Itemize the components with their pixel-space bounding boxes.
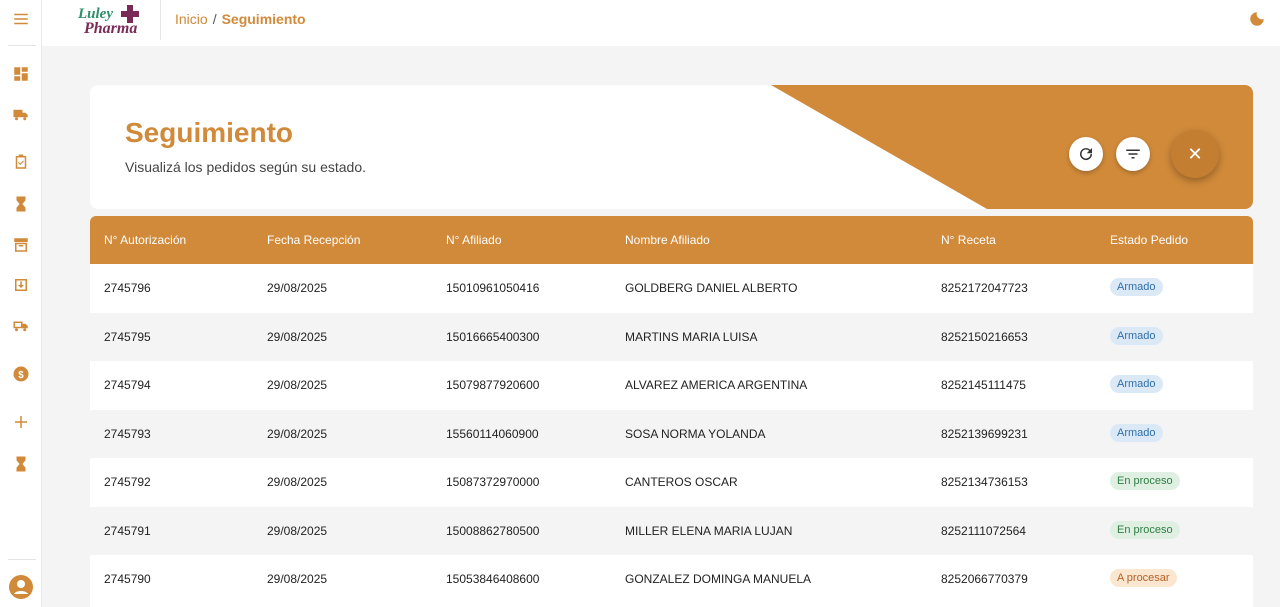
column-header[interactable]: N° Receta	[941, 233, 996, 247]
page-subtitle: Visualizá los pedidos según su estado.	[125, 159, 367, 175]
hourglass-icon[interactable]	[11, 454, 31, 474]
column-header[interactable]: Nombre Afiliado	[625, 233, 710, 247]
table-cell-recipe: 8252150216653	[941, 329, 1028, 344]
table-cell-affiliate: 15079877920600	[446, 378, 540, 392]
status-badge: A procesar	[1110, 569, 1177, 587]
delivery-truck-icon[interactable]	[11, 316, 31, 336]
table-cell-affiliate: 15560114060900	[446, 426, 539, 441]
table-cell-date: 29/08/2025	[267, 426, 328, 441]
table-cell-recipe: 8252066770379	[941, 572, 1028, 586]
table-cell-date: 29/08/2025	[267, 475, 328, 489]
checklist-icon[interactable]	[11, 152, 31, 172]
table-cell-date: 29/08/2025	[267, 572, 328, 586]
table-cell-name: GOLDBERG DANIEL ALBERTO	[625, 281, 798, 295]
table-cell-date: 29/08/2025	[267, 329, 328, 344]
sidebar-divider	[8, 559, 36, 560]
orders-table: N° Autorización Fecha Recepción N° Afili…	[90, 216, 1253, 607]
table-cell-name: CANTEROS OSCAR	[625, 475, 738, 489]
hourglass-icon[interactable]	[11, 194, 31, 214]
refresh-icon	[1080, 148, 1093, 161]
table-cell-recipe: 8252134736153	[941, 475, 1028, 489]
column-header[interactable]: Estado Pedido	[1110, 233, 1188, 247]
column-header[interactable]: Fecha Recepción	[267, 233, 360, 247]
user-avatar-icon[interactable]	[9, 575, 33, 599]
table-header: N° Autorización Fecha Recepción N° Afili…	[90, 216, 1253, 264]
menu-icon[interactable]	[11, 9, 31, 29]
page-header-card: Seguimiento Visualizá los pedidos según …	[90, 85, 1253, 209]
table-row[interactable]: 2745793 29/08/2025 15560114060900 SOSA NORM…	[90, 409, 1253, 458]
filter-button[interactable]	[1116, 137, 1150, 171]
table-cell-affiliate: 15087372970000	[446, 475, 540, 489]
column-header[interactable]: N° Autorización	[104, 233, 186, 247]
status-badge: En proceso	[1110, 472, 1180, 490]
page-title: Seguimiento	[125, 117, 294, 148]
table-row[interactable]: 2745794 29/08/2025 15079877920600 ALVAREZ A…	[90, 361, 1253, 410]
table-cell-affiliate: 15053846408600	[446, 572, 540, 586]
download-box-icon[interactable]	[11, 275, 31, 295]
breadcrumb-separator: /	[212, 11, 217, 27]
status-badge: Armado	[1110, 278, 1163, 296]
truck-icon[interactable]	[11, 105, 31, 125]
table-cell-auth: 2745792	[104, 475, 151, 489]
sidebar: $	[0, 0, 42, 607]
svg-text:$: $	[18, 370, 24, 381]
table-cell-auth: 2745790	[104, 572, 151, 586]
table-cell-auth: 2745794	[104, 378, 151, 392]
archive-icon[interactable]	[11, 235, 31, 255]
top-divider	[160, 0, 161, 40]
table-cell-name: MARTINS MARIA LUISA	[625, 329, 758, 344]
brand-logo[interactable]: Luley Pharma	[76, 4, 146, 40]
table-cell-auth: 2745793	[104, 426, 151, 441]
table-cell-recipe: 8252111072564	[941, 523, 1026, 538]
breadcrumb-home[interactable]: Inicio	[175, 11, 208, 27]
table-row[interactable]: 2745792 29/08/2025 15087372970000 CANTEROS …	[90, 458, 1253, 507]
table-cell-date: 29/08/2025	[267, 281, 328, 295]
table-cell-date: 29/08/2025	[267, 378, 328, 392]
table-cell-date: 29/08/2025	[267, 523, 328, 538]
table-cell-auth: 2745795	[104, 329, 151, 344]
table-cell-affiliate: 15010961050416	[446, 281, 540, 295]
close-icon: ✕	[1187, 143, 1203, 164]
table-row[interactable]: 2745795 29/08/2025 15016665400300 MARTINS M…	[90, 312, 1253, 361]
filter-icon	[1126, 149, 1140, 159]
table-cell-affiliate: 15016665400300	[446, 329, 540, 344]
close-button[interactable]: ✕	[1171, 130, 1219, 178]
table-cell-affiliate: 15008862780500	[446, 523, 540, 538]
plus-icon[interactable]	[11, 412, 31, 432]
breadcrumb: Inicio / Seguimiento	[175, 11, 306, 27]
table-cell-auth: 2745796	[104, 281, 151, 295]
refresh-button[interactable]	[1069, 137, 1103, 171]
table-cell-recipe: 8252145111475	[941, 378, 1026, 392]
table-cell-name: SOSA NORMA YOLANDA	[625, 426, 766, 441]
table-cell-name: GONZALEZ DOMINGA MANUELA	[625, 572, 812, 586]
table-row[interactable]: 2745791 29/08/2025 15008862780500 MILLER EL…	[90, 506, 1253, 555]
sidebar-divider	[8, 45, 36, 46]
breadcrumb-current: Seguimiento	[221, 11, 306, 27]
dashboard-icon[interactable]	[11, 64, 31, 84]
status-badge: Armado	[1110, 326, 1163, 345]
status-badge: Armado	[1110, 375, 1163, 393]
column-header[interactable]: N° Afiliado	[446, 233, 502, 247]
dark-mode-icon[interactable]	[1248, 10, 1266, 28]
status-badge: Armado	[1110, 423, 1163, 442]
top-bar: Luley Pharma Inicio / Seguimiento	[42, 0, 1280, 46]
table-cell-name: MILLER ELENA MARIA LUJAN	[625, 523, 793, 538]
table-row[interactable]: 2745796 29/08/2025 15010961050416 GOLDBERG …	[90, 264, 1253, 313]
table-row[interactable]: 2745790 29/08/2025 15053846408600 GONZALEZ …	[90, 555, 1253, 604]
table-cell-recipe: 8252139699231	[941, 426, 1028, 441]
cross-icon	[121, 5, 139, 23]
table-cell-name: ALVAREZ AMERICA ARGENTINA	[625, 378, 808, 392]
dollar-icon[interactable]: $	[11, 364, 31, 384]
table-cell-auth: 2745791	[104, 523, 151, 538]
table-cell-recipe: 8252172047723	[941, 281, 1028, 295]
status-badge: En proceso	[1110, 520, 1180, 539]
